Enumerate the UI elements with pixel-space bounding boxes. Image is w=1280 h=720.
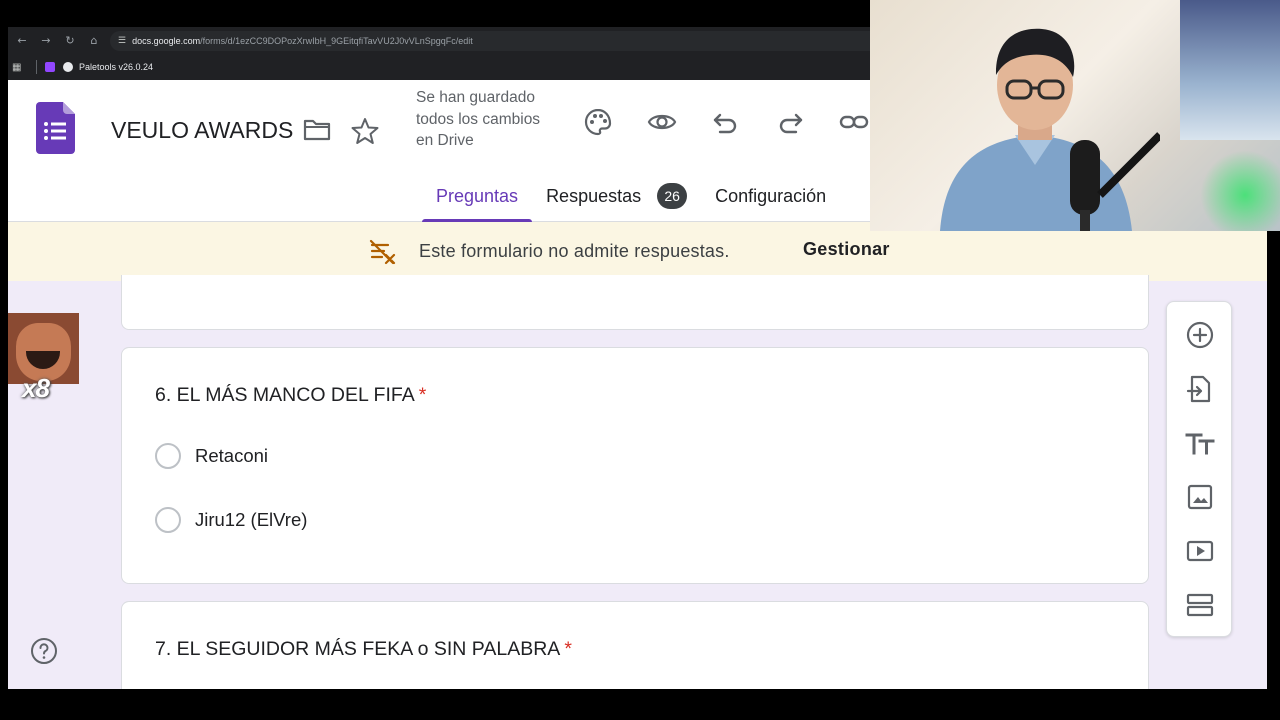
url-host: docs.google.com	[132, 35, 201, 46]
import-questions-icon[interactable]	[1185, 374, 1215, 404]
forward-icon[interactable]: →	[36, 31, 56, 51]
previous-question-card	[121, 275, 1149, 330]
manage-button[interactable]: Gestionar	[803, 239, 890, 260]
option-label: Retaconi	[195, 445, 269, 466]
question-card[interactable]: 6. EL MÁS MANCO DEL FIFA * Retaconi Jiru1…	[121, 347, 1149, 584]
radio-option[interactable]: Retaconi	[155, 443, 268, 469]
add-section-icon[interactable]	[1185, 590, 1215, 620]
star-icon[interactable]	[351, 117, 379, 145]
add-title-text-icon[interactable]	[1185, 428, 1215, 458]
background-poster	[1180, 0, 1280, 140]
apps-grid-icon[interactable]: ▦	[12, 62, 28, 73]
question-toolbar	[1166, 301, 1232, 637]
twitch-bookmark-icon[interactable]	[45, 62, 55, 72]
google-forms-logo-icon[interactable]	[36, 102, 75, 154]
add-video-icon[interactable]	[1185, 536, 1215, 566]
bookmark-paletools[interactable]: Paletools v26.0.24	[79, 62, 153, 72]
tab-label: Respuestas	[546, 186, 642, 206]
bookmarks-divider	[36, 60, 37, 74]
reload-icon[interactable]: ↻	[60, 31, 80, 51]
add-question-icon[interactable]	[1185, 320, 1215, 350]
tab-preguntas[interactable]: Preguntas	[422, 176, 533, 222]
home-icon[interactable]: ⌂	[84, 31, 104, 51]
redo-icon[interactable]	[775, 107, 805, 137]
url-path: /forms/d/1ezCC9DOPozXrwIbH_9GEitqfiTavVU…	[200, 35, 473, 46]
link-icon[interactable]	[839, 107, 869, 137]
palette-icon[interactable]	[583, 107, 613, 137]
folder-icon[interactable]	[303, 118, 331, 142]
tab-respuestas[interactable]: Respuestas 26	[532, 176, 701, 222]
preview-eye-icon[interactable]	[647, 107, 677, 137]
question-title-text: 6. EL MÁS MANCO DEL FIFA	[155, 384, 415, 406]
form-tabs: Preguntas Respuestas 26 Configuración	[422, 176, 840, 222]
streamer-webcam-figure	[940, 28, 1160, 231]
tab-configuracion[interactable]: Configuración	[701, 176, 840, 222]
webcam-overlay	[870, 0, 1280, 231]
question-title: 7. EL SEGUIDOR MÁS FEKA o SIN PALABRA *	[155, 638, 572, 661]
banner-message: Este formulario no admite respuestas.	[419, 241, 730, 261]
paletools-icon	[63, 62, 73, 72]
site-settings-icon[interactable]: ☰	[118, 35, 126, 46]
option-label: Jiru12 (ElVre)	[195, 509, 308, 530]
tab-label: Preguntas	[436, 186, 519, 206]
save-status: Se han guardado todos los cambios en Dri…	[416, 89, 541, 149]
tab-label: Configuración	[715, 186, 827, 206]
radio-option[interactable]: Jiru12 (ElVre)	[155, 507, 307, 533]
required-mark: *	[418, 384, 427, 406]
undo-icon[interactable]	[711, 107, 741, 137]
form-title[interactable]: VEULO AWARDS	[111, 117, 293, 144]
responses-off-icon	[369, 239, 396, 265]
question-card[interactable]: 7. EL SEGUIDOR MÁS FEKA o SIN PALABRA *	[121, 601, 1149, 689]
question-title-text: 7. EL SEGUIDOR MÁS FEKA o SIN PALABRA	[155, 638, 561, 660]
sticker-multiplier: x8	[22, 373, 50, 403]
screen: ← → ↻ ⌂ ☰ docs.google.com /forms/d/1ezCC…	[0, 0, 1280, 720]
radio-button[interactable]	[155, 507, 181, 533]
help-icon[interactable]	[30, 637, 58, 665]
back-icon[interactable]: ←	[12, 31, 32, 51]
responses-count-badge: 26	[657, 183, 688, 209]
question-title: 6. EL MÁS MANCO DEL FIFA *	[155, 384, 426, 407]
background-green-light	[1200, 150, 1280, 231]
add-image-icon[interactable]	[1185, 482, 1215, 512]
radio-button[interactable]	[155, 443, 181, 469]
required-mark: *	[564, 638, 572, 660]
